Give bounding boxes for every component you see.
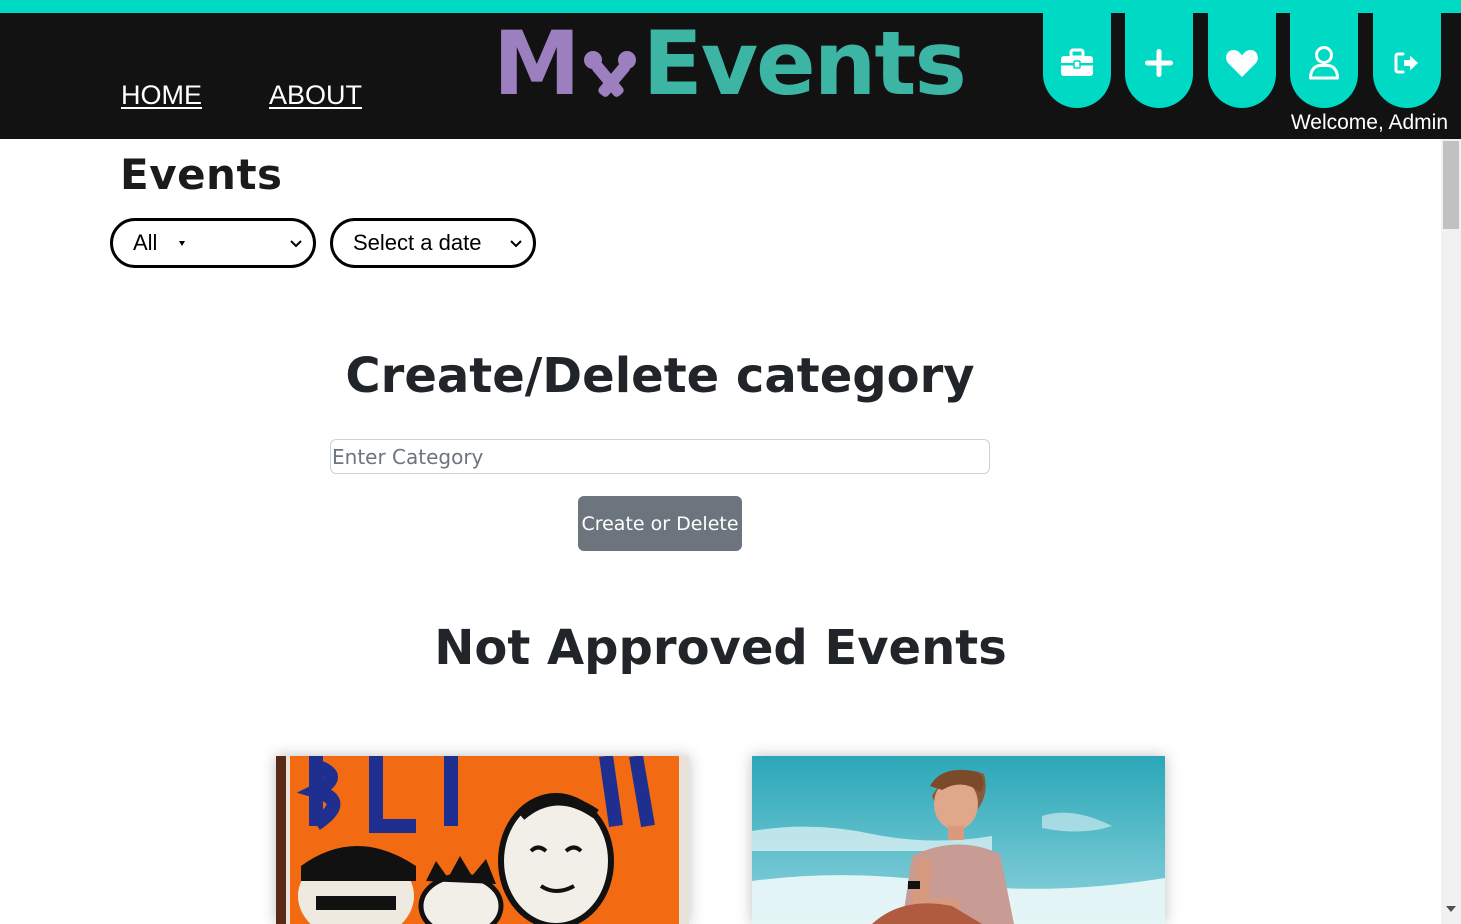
heart-icon (1226, 49, 1258, 77)
caret-icon (179, 241, 185, 246)
add-event-tab-button[interactable] (1125, 13, 1193, 108)
profile-tab-button[interactable] (1290, 13, 1358, 108)
microphone-icon (579, 23, 643, 97)
category-filter-value: All (133, 230, 158, 255)
scrollbar-thumb[interactable] (1443, 141, 1459, 229)
event-card-image (752, 756, 1165, 924)
toolbox-tab-button[interactable] (1043, 13, 1111, 108)
toolbox-icon (1061, 48, 1093, 76)
scroll-down-arrow-icon[interactable] (1446, 906, 1456, 912)
page-title: Events (120, 150, 283, 199)
category-section-title: Create/Delete category (345, 348, 975, 404)
favorites-tab-button[interactable] (1208, 13, 1276, 108)
event-card-image (276, 756, 689, 924)
not-approved-section-title: Not Approved Events (434, 620, 1007, 676)
user-icon (1309, 45, 1339, 79)
nav-home-link[interactable]: HOME (121, 80, 202, 111)
create-or-delete-button[interactable]: Create or Delete (578, 496, 742, 551)
category-input[interactable] (330, 439, 990, 474)
nav-about-link[interactable]: ABOUT (269, 80, 362, 111)
logout-tab-button[interactable] (1373, 13, 1441, 108)
date-filter-select[interactable]: Select a date (330, 218, 536, 268)
logout-icon (1394, 52, 1418, 73)
logo-events-text: Events (642, 12, 967, 115)
site-logo[interactable]: M Events (493, 19, 983, 109)
event-card[interactable] (276, 756, 689, 924)
date-filter-value: Select a date (353, 230, 482, 255)
chevron-down-icon (290, 240, 302, 248)
page-scrollbar[interactable] (1441, 139, 1461, 924)
chevron-down-icon (510, 240, 522, 248)
logo-m-text: M (493, 12, 581, 115)
category-filter-select[interactable]: All (110, 218, 316, 268)
event-card[interactable] (752, 756, 1165, 924)
welcome-message: Welcome, Admin (1290, 111, 1448, 134)
plus-icon (1145, 48, 1173, 77)
